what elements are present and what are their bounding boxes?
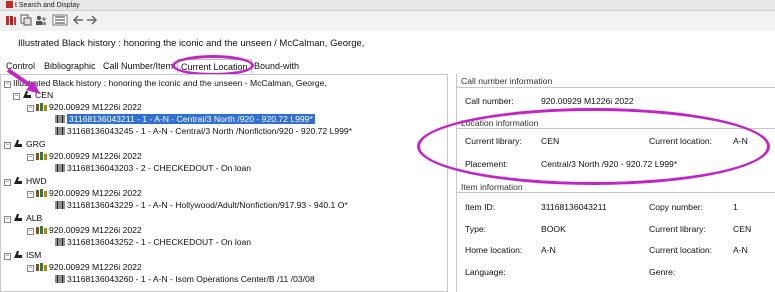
barcode-icon — [55, 201, 65, 209]
tab-bibliographic[interactable]: Bibliographic — [44, 59, 96, 73]
barcode-icon — [55, 164, 65, 172]
details-pane: Call number information Call number: 920… — [456, 74, 775, 292]
tree-item[interactable]: 31168136043229 - 1 - A-N - Hollywood/Adu… — [55, 200, 348, 211]
tab-bar: Control Bibliographic Call Number/Item C… — [0, 59, 775, 73]
current-location-value: A-N — [733, 136, 748, 146]
collapse-icon[interactable]: − — [13, 93, 20, 100]
section-title: Location information — [461, 118, 539, 128]
toolbar — [0, 11, 775, 31]
tree-item[interactable]: 31168136043245 - 1 - A-N - Central/3 Nor… — [55, 126, 352, 137]
barcode-icon — [55, 238, 65, 246]
books-shelf-icon — [36, 103, 47, 111]
library-hand-icon — [14, 177, 22, 184]
collapse-icon[interactable]: − — [4, 81, 11, 88]
tree-item[interactable]: 31168136043203 - 2 - CHECKEDOUT - On loa… — [55, 163, 251, 174]
tree-callnum[interactable]: −920.00929 M1226i 2022 — [27, 102, 142, 113]
copy-number-value: 1 — [733, 202, 738, 212]
copy-number-label: Copy number: — [649, 202, 703, 212]
tree-callnum[interactable]: −920.00929 M1226i 2022 — [27, 225, 142, 236]
type-label: Type: — [465, 224, 487, 234]
section-title: Call number information — [461, 76, 553, 86]
item-current-location-value: A-N — [733, 245, 748, 255]
collapse-icon[interactable]: − — [27, 228, 34, 235]
window-title: t Search and Display — [15, 2, 80, 9]
users-icon[interactable] — [35, 14, 47, 26]
tree-library-grg[interactable]: − GRG — [4, 139, 46, 150]
type-value: BOOK — [541, 224, 566, 234]
barcode-icon — [55, 127, 65, 135]
record-title: Illustrated Black history : honoring the… — [18, 38, 365, 49]
section-title: Item information — [461, 182, 523, 192]
library-hand-icon — [14, 214, 22, 221]
collapse-icon[interactable]: − — [27, 154, 34, 161]
collapse-icon[interactable]: − — [27, 191, 34, 198]
barcode-icon — [55, 115, 65, 123]
call-number-label: Call number: — [465, 96, 514, 106]
tree-item[interactable]: 31168136043211 - 1 - A-N - Central/3 Nor… — [55, 114, 315, 125]
collapse-icon[interactable]: − — [4, 142, 11, 149]
tree-root[interactable]: − Illustrated Black history : honoring th… — [4, 78, 327, 89]
tab-current-location[interactable]: Current Location — [177, 59, 252, 73]
item-section: Item information Item ID: 31168136043211… — [457, 180, 775, 292]
current-location-label: Current location: — [649, 136, 713, 146]
home-location-value: A-N — [541, 245, 556, 255]
divider — [457, 192, 775, 193]
forward-arrow-icon[interactable] — [86, 14, 98, 26]
window-titlebar: t Search and Display — [0, 0, 775, 11]
collapse-icon[interactable]: − — [27, 105, 34, 112]
call-number-value: 920.00929 M1226i 2022 — [541, 96, 634, 106]
library-hand-icon — [23, 91, 31, 98]
tree-library-hwd[interactable]: − HWD — [4, 176, 47, 187]
barcode-icon — [55, 275, 65, 283]
books-icon[interactable] — [5, 14, 17, 26]
books-shelf-icon — [36, 189, 47, 197]
item-id-value: 31168136043211 — [541, 202, 607, 212]
language-label: Language: — [465, 267, 506, 277]
books-shelf-icon — [36, 263, 47, 271]
tree-callnum[interactable]: −920.00929 M1226i 2022 — [27, 262, 142, 273]
call-number-section: Call number information Call number: 920… — [457, 74, 775, 114]
tab-call-number-item[interactable]: Call Number/Item — [103, 59, 173, 73]
copy-record-icon[interactable] — [20, 14, 32, 26]
current-library-label: Current library: — [465, 136, 522, 146]
tree-library-cen[interactable]: − CEN — [13, 90, 53, 101]
placement-label: Placement: — [465, 159, 508, 169]
placement-value: Central/3 North /920 - 920.72 L999* — [541, 159, 678, 169]
app-icon — [6, 1, 13, 8]
divider — [457, 128, 775, 129]
item-current-library-value: CEN — [733, 224, 752, 234]
books-shelf-icon — [36, 226, 47, 234]
home-location-label: Home location: — [465, 245, 523, 255]
library-hand-icon — [14, 140, 22, 147]
collapse-icon[interactable]: − — [4, 216, 11, 223]
tree-callnum[interactable]: −920.00929 M1226i 2022 — [27, 151, 142, 162]
item-id-label: Item ID: — [465, 202, 496, 212]
tree-item[interactable]: 31168136043260 - 1 - A-N - Isom Operatio… — [55, 274, 315, 285]
library-hand-icon — [14, 251, 22, 258]
books-shelf-icon — [36, 152, 47, 160]
current-library-value: CEN — [541, 136, 560, 146]
tree-library-ism[interactable]: − ISM — [4, 250, 41, 261]
collapse-icon[interactable]: − — [4, 253, 11, 260]
back-arrow-icon[interactable] — [72, 14, 84, 26]
collapse-icon[interactable]: − — [27, 265, 34, 272]
barcode-list-icon[interactable] — [52, 14, 68, 26]
collapse-icon[interactable]: − — [4, 179, 11, 186]
tab-control[interactable]: Control — [6, 59, 35, 73]
item-current-library-label: Current library: — [649, 224, 706, 234]
genre-label: Genre: — [649, 267, 676, 277]
tree-library-alb[interactable]: − ALB — [4, 213, 42, 224]
tab-bound-with[interactable]: Bound-with — [254, 59, 299, 73]
item-current-location-label: Current location: — [649, 245, 713, 255]
tree-item[interactable]: 31168136043252 - 1 - CHECKEDOUT - On loa… — [55, 237, 251, 248]
tree-callnum[interactable]: −920.00929 M1226i 2022 — [27, 188, 142, 199]
holdings-tree[interactable]: − Illustrated Black history : honoring th… — [0, 74, 448, 292]
divider — [457, 87, 775, 88]
